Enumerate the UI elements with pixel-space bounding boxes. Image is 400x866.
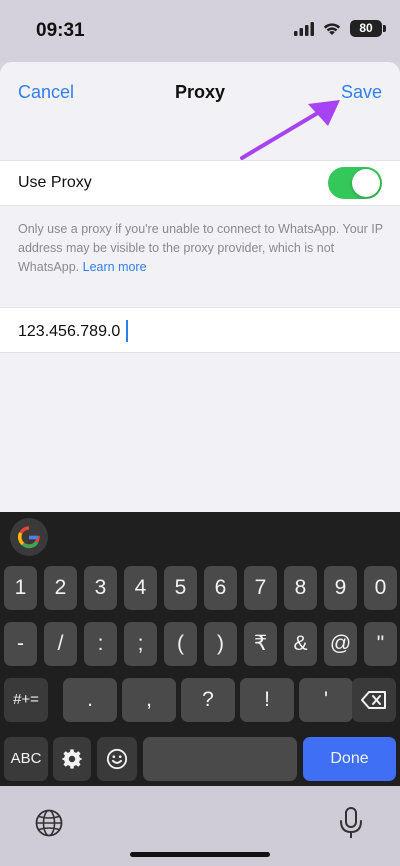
keyboard-bottom-bar (0, 786, 400, 866)
key-1[interactable]: 1 (4, 566, 37, 610)
proxy-address-input[interactable] (18, 320, 378, 344)
key-close-paren[interactable]: ) (204, 622, 237, 666)
key-slash[interactable]: / (44, 622, 77, 666)
key-open-paren[interactable]: ( (164, 622, 197, 666)
backspace-key[interactable] (352, 678, 396, 722)
toggle-knob (352, 169, 380, 197)
proxy-address-row (0, 307, 400, 353)
key-0[interactable]: 0 (364, 566, 397, 610)
key-4[interactable]: 4 (124, 566, 157, 610)
key-ampersand[interactable]: & (284, 622, 317, 666)
key-exclamation[interactable]: ! (240, 678, 294, 722)
save-button[interactable]: Save (341, 82, 382, 103)
wifi-icon (323, 22, 341, 35)
key-apostrophe[interactable]: ' (299, 678, 353, 722)
footnote-text: Only use a proxy if you're unable to con… (18, 222, 383, 274)
key-3[interactable]: 3 (84, 566, 117, 610)
key-period[interactable]: . (63, 678, 117, 722)
key-at[interactable]: @ (324, 622, 357, 666)
key-comma[interactable]: , (122, 678, 176, 722)
key-rupee[interactable]: ₹ (244, 622, 277, 666)
text-caret (126, 320, 128, 342)
key-question[interactable]: ? (181, 678, 235, 722)
backspace-icon (361, 691, 386, 709)
status-bar: 09:31 80 (0, 0, 400, 62)
globe-icon[interactable] (34, 808, 64, 838)
status-icons: 80 (294, 20, 386, 37)
use-proxy-row: Use Proxy (0, 160, 400, 206)
key-colon[interactable]: : (84, 622, 117, 666)
proxy-footnote: Only use a proxy if you're unable to con… (18, 220, 388, 277)
use-proxy-label: Use Proxy (18, 174, 92, 191)
key-7[interactable]: 7 (244, 566, 277, 610)
cellular-signal-icon (294, 21, 314, 36)
battery-icon: 80 (350, 20, 386, 37)
status-time: 09:31 (36, 20, 85, 41)
key-symbols-toggle[interactable]: #+= (4, 678, 48, 722)
key-8[interactable]: 8 (284, 566, 317, 610)
learn-more-link[interactable]: Learn more (83, 260, 147, 274)
key-6[interactable]: 6 (204, 566, 237, 610)
emoji-key[interactable] (97, 737, 137, 781)
space-key[interactable] (143, 737, 297, 781)
use-proxy-toggle[interactable] (328, 167, 382, 199)
key-quote[interactable]: " (364, 622, 397, 666)
key-abc[interactable]: ABC (4, 737, 48, 781)
key-5[interactable]: 5 (164, 566, 197, 610)
microphone-icon[interactable] (338, 806, 364, 840)
google-logo-icon[interactable] (10, 518, 48, 556)
key-semicolon[interactable]: ; (124, 622, 157, 666)
gear-icon (62, 749, 82, 769)
done-key[interactable]: Done (303, 737, 396, 781)
keyboard: 1 2 3 4 5 6 7 8 9 0 - / : ; ( ) ₹ & @ " … (0, 512, 400, 786)
emoji-icon (106, 748, 128, 770)
home-indicator (130, 852, 270, 857)
key-hyphen[interactable]: - (4, 622, 37, 666)
keyboard-settings-key[interactable] (53, 737, 91, 781)
annotation-arrow-icon (240, 100, 340, 160)
key-9[interactable]: 9 (324, 566, 357, 610)
key-2[interactable]: 2 (44, 566, 77, 610)
